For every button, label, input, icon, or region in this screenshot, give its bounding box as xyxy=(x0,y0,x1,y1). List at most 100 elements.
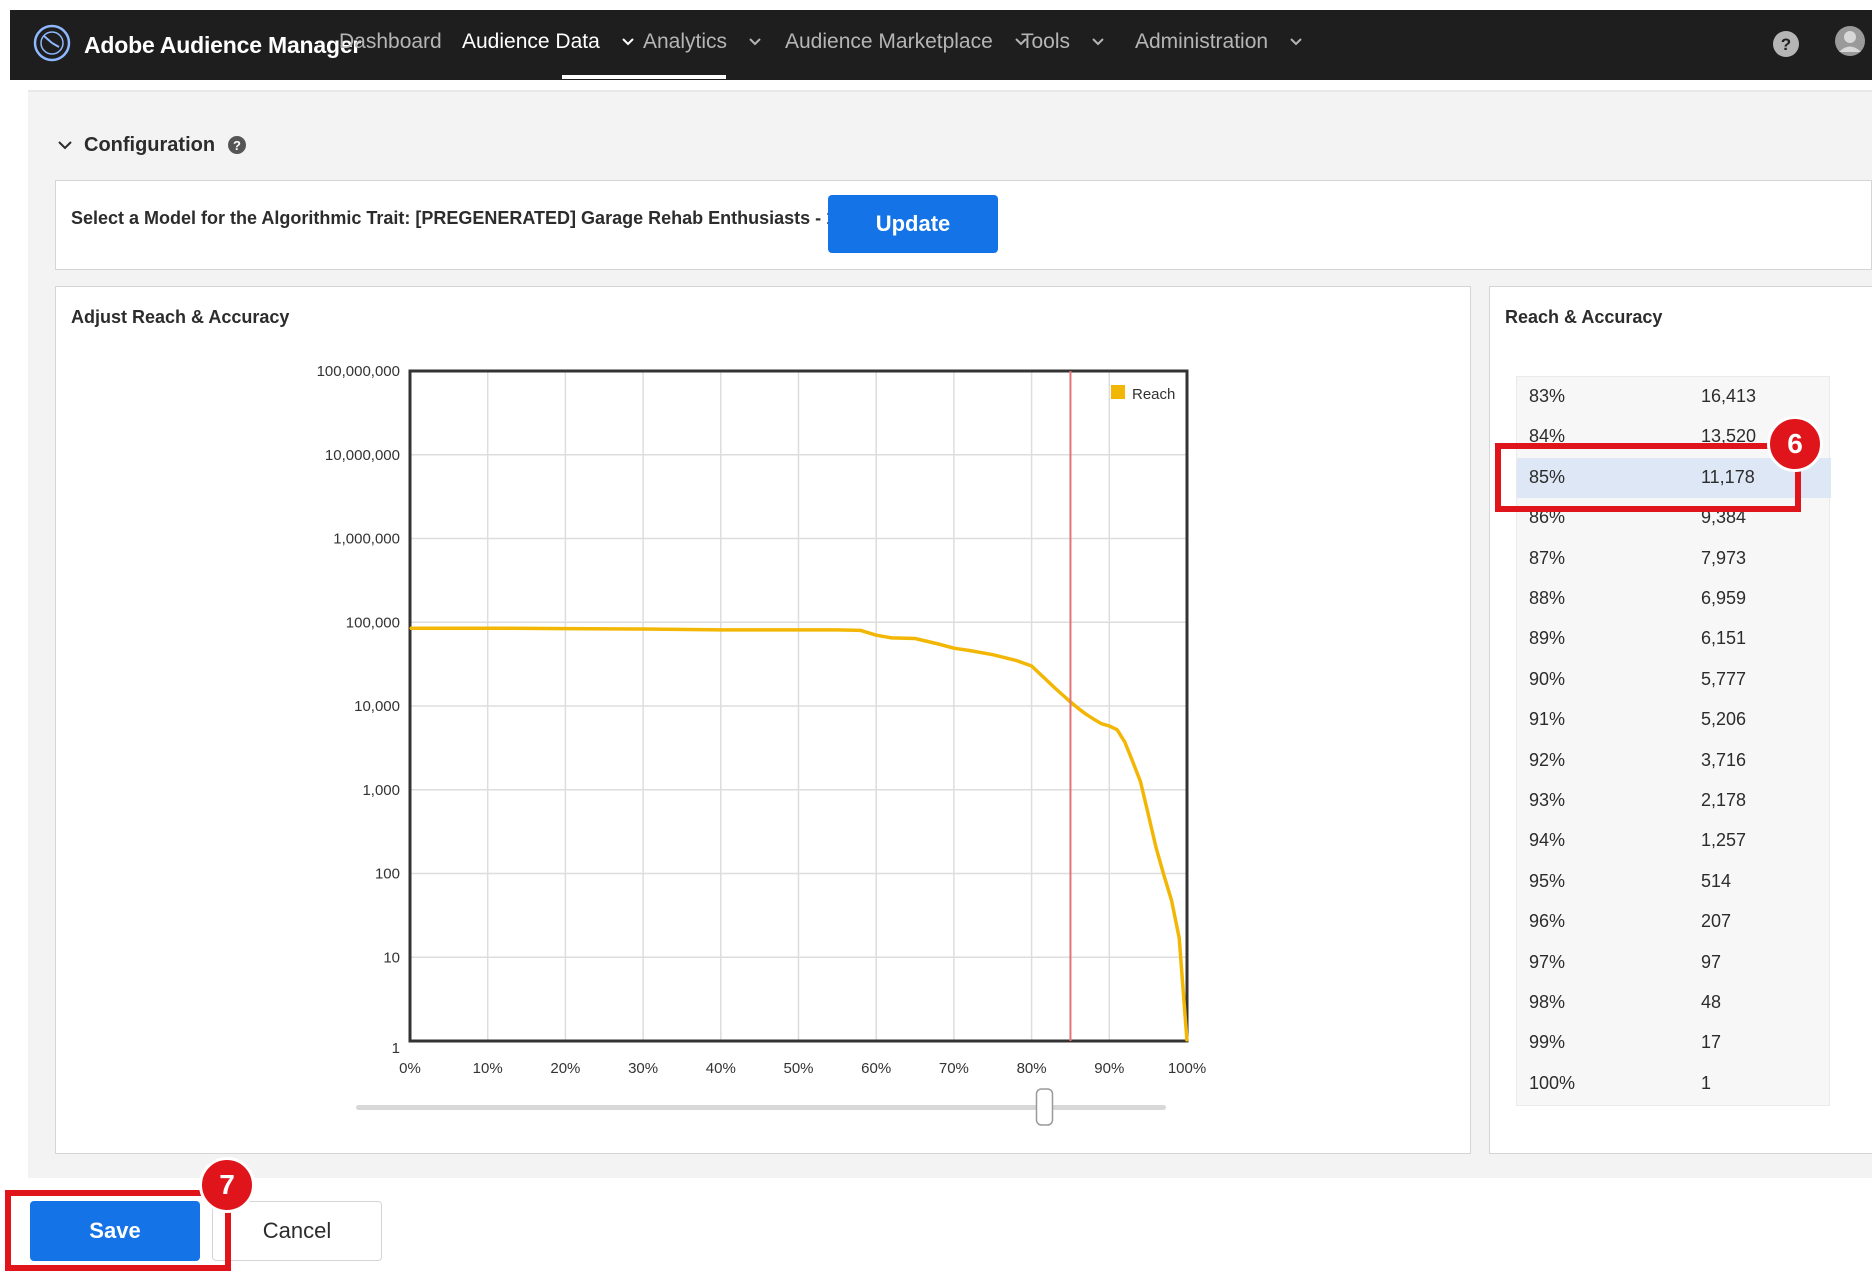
reach-accuracy-chart-panel: Adjust Reach & Accuracy 0% 10% 20% 30% 40% 50… xyxy=(55,286,1471,1154)
reach-data-point xyxy=(1139,780,1142,783)
reach-data-point xyxy=(486,627,489,629)
accuracy-percent: 100% xyxy=(1529,1072,1576,1093)
reach-table-row[interactable]: 98% 48 xyxy=(1517,983,1831,1023)
reach-table-row[interactable]: 95% 514 xyxy=(1517,862,1831,902)
accuracy-percent: 86% xyxy=(1529,507,1566,528)
configuration-title: Configuration xyxy=(84,133,216,156)
accuracy-percent: 89% xyxy=(1529,628,1566,649)
reach-data-point xyxy=(1092,718,1095,720)
reach-data-point xyxy=(1162,873,1165,876)
table-panel-title: Reach & Accuracy xyxy=(1505,307,1663,327)
reach-table-row[interactable]: 89% 6,151 xyxy=(1517,619,1831,659)
chevron-down-icon xyxy=(58,140,72,149)
y-tick-label: 100,000 xyxy=(346,614,400,631)
chevron-down-icon xyxy=(1092,38,1104,46)
reach-data-point xyxy=(1131,760,1134,763)
reach-data-point xyxy=(914,637,916,640)
reach-table-row[interactable]: 86% 9,384 xyxy=(1517,498,1831,538)
nav-audience-marketplace[interactable]: Audience Marketplace xyxy=(785,30,1027,66)
nav-audience-data[interactable]: Audience Data xyxy=(462,30,634,66)
help-icon[interactable]: ? xyxy=(227,135,247,155)
svg-text:?: ? xyxy=(233,138,241,153)
accuracy-percent: 83% xyxy=(1529,386,1566,406)
reach-table-row[interactable]: 100% 1 xyxy=(1517,1064,1831,1104)
nav-tools[interactable]: Tools xyxy=(1021,30,1104,66)
reach-table-row[interactable]: 96% 207 xyxy=(1517,902,1831,942)
reach-data-point xyxy=(1030,665,1033,667)
user-avatar-icon[interactable] xyxy=(1834,25,1866,57)
update-button[interactable]: Update xyxy=(828,195,998,253)
reach-value: 11,178 xyxy=(1701,466,1755,487)
accuracy-percent: 95% xyxy=(1529,870,1566,891)
reach-value: 6,151 xyxy=(1701,628,1747,649)
y-tick-label: 1 xyxy=(392,1040,400,1057)
nav-dashboard[interactable]: Dashboard xyxy=(339,30,442,66)
accuracy-percent: 93% xyxy=(1529,790,1566,810)
chevron-down-icon xyxy=(1290,38,1302,46)
reach-data-point xyxy=(642,628,644,630)
aam-logo-icon[interactable] xyxy=(32,23,72,63)
x-tick-label: 70% xyxy=(939,1060,969,1077)
reach-table-row[interactable]: 91% 5,206 xyxy=(1517,700,1831,740)
nav-analytics[interactable]: Analytics xyxy=(643,30,761,66)
active-tab-indicator xyxy=(562,75,726,79)
reach-value: 48 xyxy=(1701,992,1722,1012)
reach-data-point xyxy=(1170,899,1173,901)
reach-data-point xyxy=(1054,687,1056,689)
y-tick-label: 100 xyxy=(375,866,400,883)
x-tick-label: 30% xyxy=(628,1060,658,1077)
accuracy-slider-handle[interactable] xyxy=(1035,1088,1054,1126)
svg-text:?: ? xyxy=(1781,35,1791,54)
x-tick-label: 0% xyxy=(399,1060,421,1077)
reach-data-point xyxy=(875,634,877,637)
reach-data-point xyxy=(1085,713,1087,716)
step-6-badge: 6 xyxy=(1767,416,1823,472)
reach-data-point xyxy=(859,629,862,632)
x-tick-label: 60% xyxy=(861,1060,891,1077)
y-tick-label: 10,000 xyxy=(354,698,400,715)
reach-data-point xyxy=(1178,937,1181,939)
reach-data-point xyxy=(720,629,722,631)
x-tick-label: 80% xyxy=(1017,1060,1047,1077)
nav-analytics-label: Analytics xyxy=(643,30,728,53)
reach-table-row[interactable]: 94% 1,257 xyxy=(1517,821,1831,861)
nav-dashboard-label: Dashboard xyxy=(339,30,442,53)
reach-value: 207 xyxy=(1701,911,1732,932)
reach-table-row[interactable]: 99% 17 xyxy=(1517,1023,1831,1063)
reach-value: 9,384 xyxy=(1701,507,1747,528)
reach-table-row[interactable]: 88% 6,959 xyxy=(1517,579,1831,619)
reach-table-row[interactable]: 97% 97 xyxy=(1517,943,1831,983)
reach-data-point xyxy=(1061,694,1064,696)
reach-table-row[interactable]: 83% 16,413 xyxy=(1517,377,1831,417)
app-title[interactable]: Adobe Audience Manager xyxy=(84,32,361,59)
y-tick-label: 1,000,000 xyxy=(333,531,400,548)
accuracy-percent: 87% xyxy=(1529,547,1566,568)
nav-administration-label: Administration xyxy=(1135,30,1269,53)
reach-table-row[interactable]: 92% 3,716 xyxy=(1517,741,1831,781)
reach-data-point xyxy=(1124,741,1126,743)
reach-table-row[interactable]: 93% 2,178 xyxy=(1517,781,1831,821)
accuracy-percent: 90% xyxy=(1529,668,1566,689)
x-tick-label: 90% xyxy=(1094,1060,1124,1077)
save-button[interactable]: Save xyxy=(30,1201,200,1261)
reach-table-row[interactable]: 90% 5,777 xyxy=(1517,660,1831,700)
help-icon[interactable]: ? xyxy=(1772,30,1800,58)
configuration-section-toggle[interactable]: Configuration ? xyxy=(58,130,247,160)
reach-data-point xyxy=(1147,813,1149,815)
reach-data-point xyxy=(797,629,800,631)
reach-data-point xyxy=(937,643,940,645)
legend-swatch-reach xyxy=(1111,385,1125,399)
y-tick-label: 1,000 xyxy=(362,782,400,799)
reach-value: 6,959 xyxy=(1701,588,1747,608)
accuracy-percent: 96% xyxy=(1529,911,1566,932)
accuracy-percent: 94% xyxy=(1529,830,1566,851)
reach-table-row[interactable]: 87% 7,973 xyxy=(1517,539,1831,579)
y-tick-label: 10 xyxy=(383,949,400,966)
model-selection-label: Select a Model for the Algorithmic Trait… xyxy=(71,208,902,228)
nav-administration[interactable]: Administration xyxy=(1135,30,1302,66)
accuracy-percent: 99% xyxy=(1529,1032,1566,1053)
reach-value: 5,206 xyxy=(1701,709,1747,730)
model-selection-box: Select a Model for the Algorithmic Trait… xyxy=(55,180,1872,270)
reach-data-point xyxy=(1186,1040,1188,1042)
reach-value: 2,178 xyxy=(1701,790,1747,810)
